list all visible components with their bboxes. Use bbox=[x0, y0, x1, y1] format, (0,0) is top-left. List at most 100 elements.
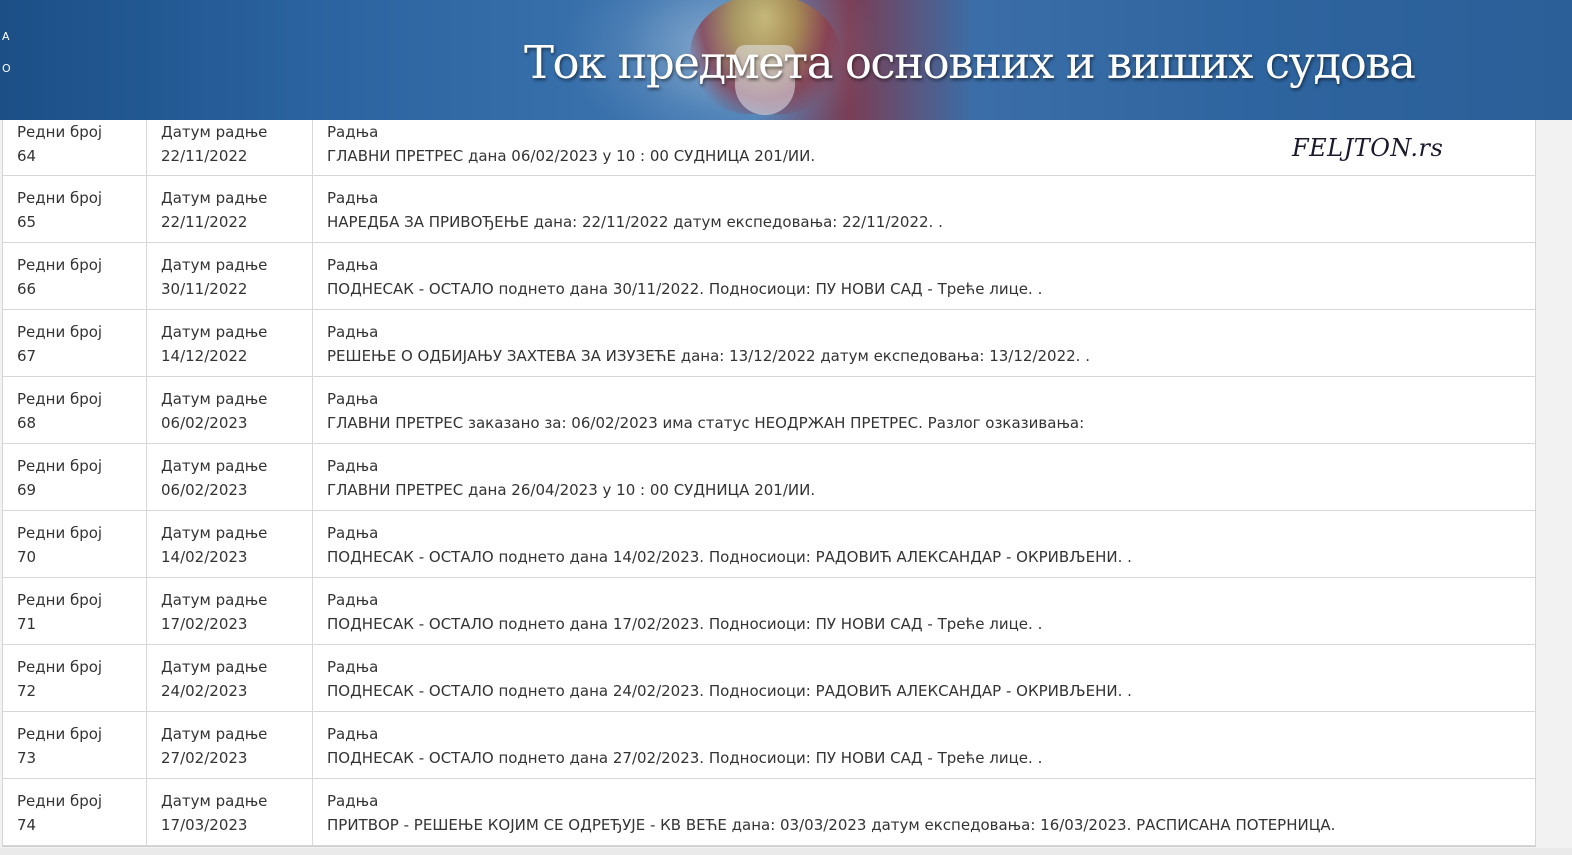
row-date-cell: Датум радње 06/02/2023 bbox=[146, 443, 313, 511]
cell-label: Редни број bbox=[17, 256, 103, 274]
row-number-cell: Редни број 68 bbox=[3, 376, 147, 444]
cell-label: Радња bbox=[327, 658, 379, 676]
cell-value: 69 bbox=[17, 481, 37, 499]
cell-value: 68 bbox=[17, 414, 37, 432]
row-number-cell: Редни број 67 bbox=[3, 309, 147, 377]
table-row: Редни број 68 Датум радње 06/02/2023 Радња ГЛ… bbox=[3, 376, 1535, 444]
cell-label: Радња bbox=[327, 390, 379, 408]
cell-label: Датум радње bbox=[161, 524, 268, 542]
row-date-cell: Датум радње 17/03/2023 bbox=[146, 778, 313, 846]
row-date-cell: Датум радње 22/11/2022 bbox=[146, 120, 313, 176]
cell-label: Редни број bbox=[17, 725, 103, 743]
row-action-cell: Радња ПОДНЕСАК - ОСТАЛО поднето дана 30/1… bbox=[312, 242, 1535, 310]
cell-value: 73 bbox=[17, 749, 37, 767]
row-number-cell: Редни број 71 bbox=[3, 577, 147, 645]
cell-value: ПОДНЕСАК - ОСТАЛО поднето дана 17/02/202… bbox=[327, 615, 1043, 633]
cell-label: Радња bbox=[327, 792, 379, 810]
cell-label: Радња bbox=[327, 524, 379, 542]
row-action-cell: Радња ПОДНЕСАК - ОСТАЛО поднето дана 27/0… bbox=[312, 711, 1535, 779]
table-row: Редни број 69 Датум радње 06/02/2023 Радња ГЛ… bbox=[3, 443, 1535, 511]
row-number-cell: Редни број 73 bbox=[3, 711, 147, 779]
cell-value: 27/02/2023 bbox=[161, 749, 248, 767]
table-row: Редни број 66 Датум радње 30/11/2022 Радња ПО… bbox=[3, 242, 1535, 310]
cell-label: Датум радње bbox=[161, 123, 268, 141]
cell-label: Редни број bbox=[17, 189, 103, 207]
row-date-cell: Датум радње 14/12/2022 bbox=[146, 309, 313, 377]
cell-label: Датум радње bbox=[161, 658, 268, 676]
cell-value: 17/03/2023 bbox=[161, 816, 248, 834]
case-rows: Редни број 64 Датум радње 22/11/2022 Радња ГЛ… bbox=[3, 120, 1535, 846]
row-action-cell: Радња ГЛАВНИ ПРЕТРЕС заказано за: 06/02/2… bbox=[312, 376, 1535, 444]
cell-label: Радња bbox=[327, 323, 379, 341]
cell-label: Редни број bbox=[17, 457, 103, 475]
cell-value: ГЛАВНИ ПРЕТРЕС дана 26/04/2023 у 10 : 00… bbox=[327, 481, 816, 499]
row-action-cell: Радња НАРЕДБА ЗА ПРИВОЂЕЊЕ дана: 22/11/20… bbox=[312, 175, 1535, 243]
case-flow-table: Редни број 64 Датум радње 22/11/2022 Радња ГЛ… bbox=[2, 120, 1536, 847]
row-date-cell: Датум радње 14/02/2023 bbox=[146, 510, 313, 578]
row-date-cell: Датум радње 30/11/2022 bbox=[146, 242, 313, 310]
cell-value: 30/11/2022 bbox=[161, 280, 248, 298]
cell-value: 70 bbox=[17, 548, 37, 566]
row-number-cell: Редни број 72 bbox=[3, 644, 147, 712]
cell-label: Датум радње bbox=[161, 725, 268, 743]
cell-value: ПОДНЕСАК - ОСТАЛО поднето дана 30/11/202… bbox=[327, 280, 1043, 298]
cell-value: ГЛАВНИ ПРЕТРЕС заказано за: 06/02/2023 и… bbox=[327, 414, 1085, 432]
table-row: Редни број 70 Датум радње 14/02/2023 Радња ПО… bbox=[3, 510, 1535, 578]
cell-value: 64 bbox=[17, 147, 37, 165]
table-row: Редни број 73 Датум радње 27/02/2023 Радња ПО… bbox=[3, 711, 1535, 779]
cell-label: Редни број bbox=[17, 123, 103, 141]
table-row: Редни број 71 Датум радње 17/02/2023 Радња ПО… bbox=[3, 577, 1535, 645]
cell-value: 14/12/2022 bbox=[161, 347, 248, 365]
row-date-cell: Датум радње 24/02/2023 bbox=[146, 644, 313, 712]
cell-label: Радња bbox=[327, 189, 379, 207]
header-banner: А О Ток предмета основних и виших судова bbox=[0, 0, 1572, 120]
cell-label: Датум радње bbox=[161, 457, 268, 475]
cell-label: Радња bbox=[327, 256, 379, 274]
cell-value: 67 bbox=[17, 347, 37, 365]
row-date-cell: Датум радње 27/02/2023 bbox=[146, 711, 313, 779]
side-menu-letter[interactable]: А bbox=[2, 30, 10, 43]
cell-label: Редни број bbox=[17, 591, 103, 609]
row-action-cell: Радња ПОДНЕСАК - ОСТАЛО поднето дана 24/0… bbox=[312, 644, 1535, 712]
side-menu-letter[interactable]: О bbox=[2, 62, 11, 75]
cell-label: Радња bbox=[327, 591, 379, 609]
row-action-cell: Радња ПОДНЕСАК - ОСТАЛО поднето дана 17/0… bbox=[312, 577, 1535, 645]
cell-label: Редни број bbox=[17, 658, 103, 676]
cell-label: Редни број bbox=[17, 524, 103, 542]
table-row: Редни број 74 Датум радње 17/03/2023 Радња ПР… bbox=[3, 778, 1535, 846]
cell-value: 66 bbox=[17, 280, 37, 298]
cell-value: 14/02/2023 bbox=[161, 548, 248, 566]
cell-value: 74 bbox=[17, 816, 37, 834]
cell-value: 24/02/2023 bbox=[161, 682, 248, 700]
row-number-cell: Редни број 65 bbox=[3, 175, 147, 243]
page-title: Ток предмета основних и виших судова bbox=[524, 36, 1416, 89]
cell-label: Датум радње bbox=[161, 323, 268, 341]
cell-value: РЕШЕЊЕ О ОДБИЈАЊУ ЗАХТЕВА ЗА ИЗУЗЕЋЕ дан… bbox=[327, 347, 1090, 365]
row-action-cell: Радња РЕШЕЊЕ О ОДБИЈАЊУ ЗАХТЕВА ЗА ИЗУЗЕЋ… bbox=[312, 309, 1535, 377]
cell-value: НАРЕДБА ЗА ПРИВОЂЕЊЕ дана: 22/11/2022 да… bbox=[327, 213, 943, 231]
cell-value: ПОДНЕСАК - ОСТАЛО поднето дана 27/02/202… bbox=[327, 749, 1043, 767]
page-bottom bbox=[0, 848, 1572, 855]
cell-value: 65 bbox=[17, 213, 37, 231]
cell-label: Радња bbox=[327, 457, 379, 475]
cell-value: 22/11/2022 bbox=[161, 147, 248, 165]
cell-label: Датум радње bbox=[161, 591, 268, 609]
cell-value: 71 bbox=[17, 615, 37, 633]
row-number-cell: Редни број 74 bbox=[3, 778, 147, 846]
cell-value: 72 bbox=[17, 682, 37, 700]
row-action-cell: Радња ПРИТВОР - РЕШЕЊЕ КОЈИМ СЕ ОДРЕЂУЈЕ … bbox=[312, 778, 1535, 846]
cell-label: Датум радње bbox=[161, 792, 268, 810]
row-number-cell: Редни број 64 bbox=[3, 120, 147, 176]
row-number-cell: Редни број 69 bbox=[3, 443, 147, 511]
table-row: Редни број 67 Датум радње 14/12/2022 Радња РЕ… bbox=[3, 309, 1535, 377]
cell-label: Радња bbox=[327, 725, 379, 743]
cell-value: 06/02/2023 bbox=[161, 481, 248, 499]
cell-label: Редни број bbox=[17, 390, 103, 408]
cell-value: ПРИТВОР - РЕШЕЊЕ КОЈИМ СЕ ОДРЕЂУЈЕ - КВ … bbox=[327, 816, 1336, 834]
cell-label: Датум радње bbox=[161, 189, 268, 207]
watermark-logo: FELJTON.rs bbox=[1292, 134, 1444, 162]
cell-value: 06/02/2023 bbox=[161, 414, 248, 432]
cell-label: Датум радње bbox=[161, 390, 268, 408]
row-action-cell: Радња ПОДНЕСАК - ОСТАЛО поднето дана 14/0… bbox=[312, 510, 1535, 578]
table-row: Редни број 65 Датум радње 22/11/2022 Радња НА… bbox=[3, 175, 1535, 243]
